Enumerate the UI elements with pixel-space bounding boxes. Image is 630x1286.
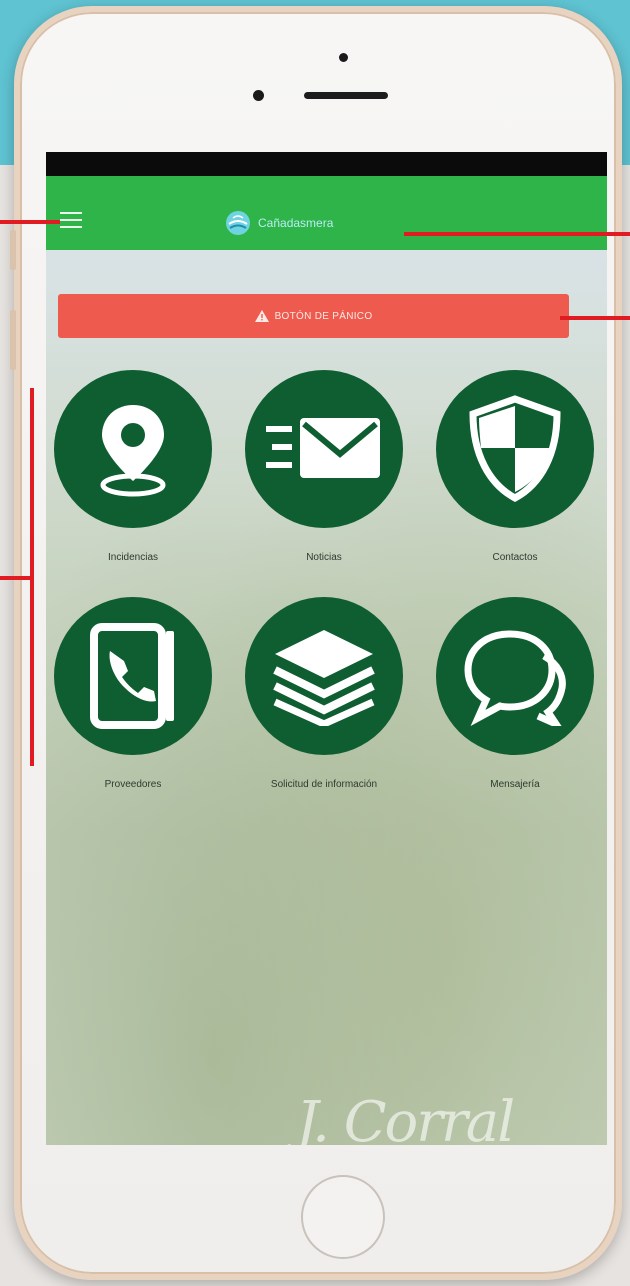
location-pin-icon <box>100 405 166 497</box>
tile-circle <box>245 370 403 528</box>
volume-up-button <box>10 310 16 370</box>
layers-icon <box>273 630 375 726</box>
signature-watermark: J. Corral <box>296 1090 586 1145</box>
tile-label: Contactos <box>492 552 538 563</box>
app-logo: Cañadasmera <box>224 209 333 237</box>
annotation-line-panic <box>560 316 630 320</box>
phone-book-icon <box>90 623 174 729</box>
warning-triangle-icon <box>254 310 269 322</box>
tile-incidencias[interactable]: Incidencias <box>48 370 218 563</box>
main-content: BOTÓN DE PÁNICO Incidencias Noticias Con… <box>46 250 607 1145</box>
tile-circle <box>436 370 594 528</box>
annotation-line-tiles <box>0 576 32 580</box>
shield-icon <box>469 395 561 502</box>
tile-label: Proveedores <box>104 779 162 790</box>
tile-circle <box>245 597 403 755</box>
annotation-line-appbar <box>404 232 630 236</box>
panic-button-label: BOTÓN DE PÁNICO <box>274 310 373 322</box>
tile-label: Mensajería <box>490 779 540 790</box>
signature-text: J. Corral <box>296 1090 515 1145</box>
earpiece-speaker <box>304 92 388 99</box>
mute-switch <box>10 230 16 270</box>
proximity-sensor <box>253 90 264 101</box>
home-button[interactable] <box>301 1175 385 1259</box>
panic-button[interactable]: BOTÓN DE PÁNICO <box>58 294 569 338</box>
hamburger-menu-icon[interactable] <box>60 212 82 228</box>
app-bar: Cañadasmera <box>46 176 607 250</box>
tile-contactos[interactable]: Contactos <box>430 370 600 563</box>
chat-bubbles-icon <box>464 630 566 726</box>
tile-circle <box>436 597 594 755</box>
envelope-icon <box>266 418 380 478</box>
tile-solicitud-informacion[interactable]: Solicitud de información <box>239 597 409 790</box>
status-bar <box>46 152 607 176</box>
tile-mensajeria[interactable]: Mensajería <box>430 597 600 790</box>
tile-label: Incidencias <box>107 552 159 563</box>
tile-circle <box>54 597 212 755</box>
annotation-line-menu <box>0 220 60 224</box>
tile-noticias[interactable]: Noticias <box>239 370 409 563</box>
front-camera <box>339 53 348 62</box>
tile-circle <box>54 370 212 528</box>
app-screen: Cañadasmera BOTÓN DE PÁNICO Incidencias <box>46 152 607 1145</box>
brand-name: Cañadasmera <box>258 216 334 230</box>
tile-label: Solicitud de información <box>270 779 378 790</box>
tile-proveedores[interactable]: Proveedores <box>48 597 218 790</box>
tile-label: Noticias <box>306 552 342 563</box>
logo-icon <box>226 211 250 235</box>
